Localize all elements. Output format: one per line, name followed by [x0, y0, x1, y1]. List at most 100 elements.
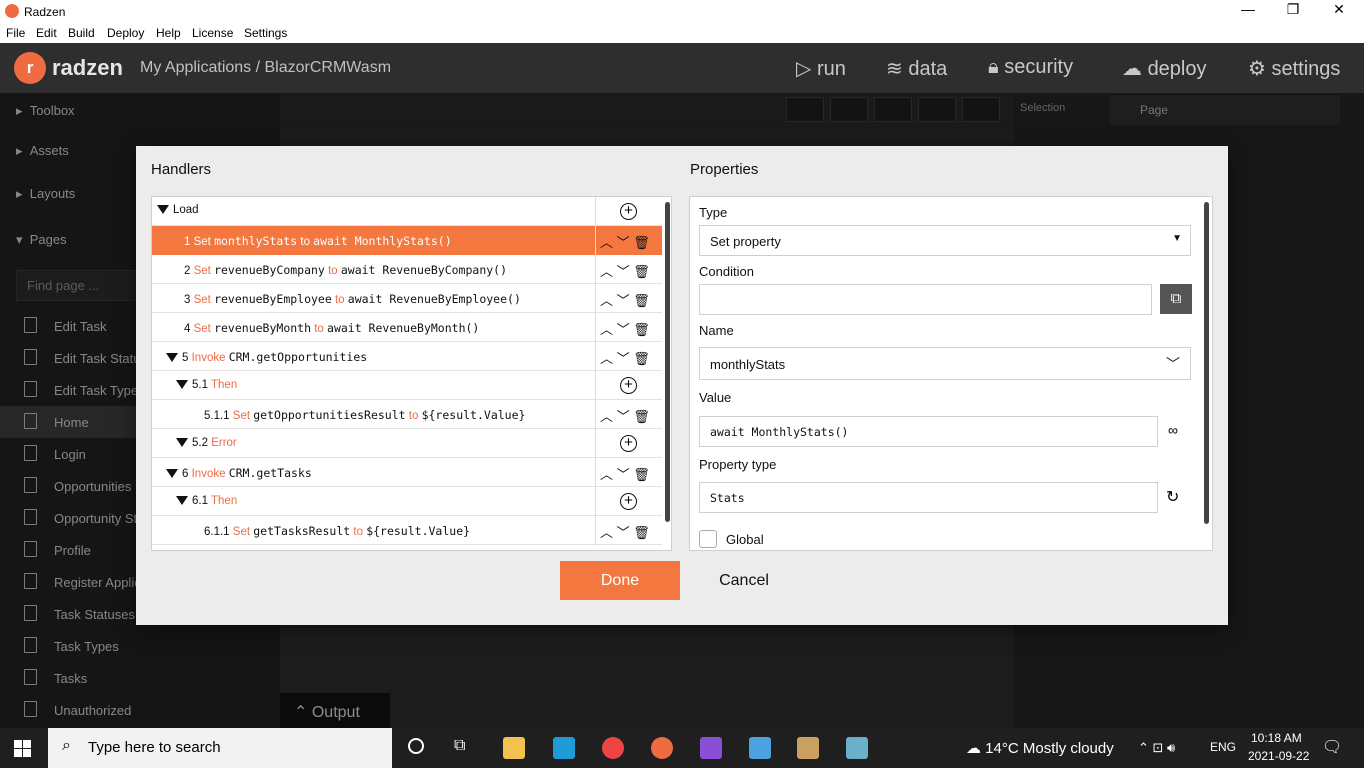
properties-scrollbar[interactable] [1204, 202, 1209, 524]
action-row[interactable]: 5 Invoke CRM.getOpportunities ︿ ﹀ 🗑︎ [152, 342, 662, 371]
action-keyword: Set [232, 526, 251, 538]
add-action-icon[interactable]: + [620, 203, 637, 220]
move-down-icon[interactable]: ﹀ [617, 525, 630, 540]
language-indicator[interactable]: ENG [1210, 740, 1236, 754]
breadcrumb[interactable]: My Applications / BlazorCRMWasm [140, 59, 391, 77]
clock-date[interactable]: 2021-09-22 [1248, 749, 1309, 763]
taskbar-search[interactable]: ⌕ Type here to search [48, 728, 392, 768]
event-row[interactable]: Load + [152, 197, 662, 226]
add-action-icon[interactable]: + [620, 435, 637, 452]
move-down-icon[interactable]: ﹀ [617, 467, 630, 482]
close-button[interactable]: ✕ [1316, 1, 1362, 18]
menu-build[interactable]: Build [68, 26, 95, 40]
move-down-icon[interactable]: ﹀ [617, 235, 630, 250]
action-row-selected[interactable]: 1 Set monthlyStats to await MonthlyStats… [152, 226, 662, 255]
refresh-icon[interactable]: ↻ [1166, 487, 1179, 507]
visual-studio-icon[interactable] [700, 737, 722, 759]
move-up-icon[interactable]: ︿ [600, 525, 613, 540]
trash-icon[interactable]: 🗑︎ [633, 264, 650, 279]
move-up-icon[interactable]: ︿ [600, 264, 613, 279]
menu-help[interactable]: Help [156, 26, 181, 40]
move-up-icon[interactable]: ︿ [600, 409, 613, 424]
value-input[interactable]: await MonthlyStats() [699, 416, 1158, 447]
branch-row[interactable]: 6.1 Then + [152, 487, 662, 516]
nav-deploy[interactable]: ☁ deploy [1122, 56, 1207, 81]
weather-widget[interactable]: ☁ 14°C Mostly cloudy [966, 739, 1114, 757]
app-icon[interactable] [749, 737, 771, 759]
minimize-button[interactable]: — [1225, 1, 1271, 17]
tray-icons[interactable]: ⌃ ⊡ 🔊︎ [1138, 740, 1175, 756]
action-target: revenueByCompany [214, 263, 325, 277]
action-target: CRM.getTasks [228, 466, 312, 480]
link-icon[interactable]: ∞ [1168, 422, 1178, 438]
action-row[interactable]: 3 Set revenueByEmployee to await Revenue… [152, 284, 662, 313]
nav-data[interactable]: ≋ data [886, 56, 947, 81]
property-type-input[interactable]: Stats [699, 482, 1158, 513]
move-down-icon[interactable]: ﹀ [617, 293, 630, 308]
trash-icon[interactable]: 🗑︎ [633, 409, 650, 424]
windows-start-icon[interactable] [14, 740, 31, 757]
collapse-triangle-icon[interactable] [166, 469, 178, 478]
move-down-icon[interactable]: ﹀ [617, 264, 630, 279]
task-view-icon[interactable]: ⧉ [454, 737, 465, 755]
action-number: 4 [184, 323, 191, 335]
action-row[interactable]: 4 Set revenueByMonth to await RevenueByM… [152, 313, 662, 342]
menu-deploy[interactable]: Deploy [107, 26, 144, 40]
move-up-icon[interactable]: ︿ [600, 235, 613, 250]
add-action-icon[interactable]: + [620, 493, 637, 510]
cancel-button[interactable]: Cancel [696, 561, 792, 600]
cortana-icon[interactable] [408, 738, 424, 754]
name-select[interactable]: monthlyStats ﹀ [699, 347, 1191, 380]
action-row[interactable]: 2 Set revenueByCompany to await RevenueB… [152, 255, 662, 284]
nav-run[interactable]: ▷ run [796, 56, 846, 81]
move-down-icon[interactable]: ﹀ [617, 409, 630, 424]
move-down-icon[interactable]: ﹀ [617, 351, 630, 366]
add-action-icon[interactable]: + [620, 377, 637, 394]
open-editor-icon[interactable]: ⧉ [1160, 284, 1192, 314]
nav-security[interactable]: 🔒︎ security [988, 56, 1073, 79]
global-checkbox[interactable] [699, 530, 717, 548]
taskbar-search-text: Type here to search [88, 739, 221, 756]
move-down-icon[interactable]: ﹀ [617, 322, 630, 337]
condition-input[interactable] [699, 284, 1152, 315]
collapse-triangle-icon[interactable] [166, 353, 178, 362]
type-value: Set property [710, 234, 781, 249]
trash-icon[interactable]: 🗑︎ [633, 525, 650, 540]
remote-desktop-icon[interactable] [553, 737, 575, 759]
trash-icon[interactable]: 🗑︎ [633, 351, 650, 366]
type-select[interactable]: Set property ▼ [699, 225, 1191, 256]
branch-row[interactable]: 5.1 Then + [152, 371, 662, 400]
move-up-icon[interactable]: ︿ [600, 351, 613, 366]
collapse-triangle-icon[interactable] [157, 205, 169, 214]
menu-edit[interactable]: Edit [36, 26, 57, 40]
move-up-icon[interactable]: ︿ [600, 322, 613, 337]
file-explorer-icon[interactable] [503, 737, 525, 759]
branch-row[interactable]: 5.2 Error + [152, 429, 662, 458]
menu-license[interactable]: License [192, 26, 233, 40]
trash-icon[interactable]: 🗑︎ [633, 293, 650, 308]
trash-icon[interactable]: 🗑︎ [633, 322, 650, 337]
nav-run-label: run [816, 58, 846, 80]
maximize-button[interactable]: ❐ [1270, 1, 1316, 18]
radzen-taskbar-icon[interactable] [651, 737, 673, 759]
collapse-triangle-icon[interactable] [176, 380, 188, 389]
action-row[interactable]: 6.1.1 Set getTasksResult to ${result.Val… [152, 516, 662, 545]
trash-icon[interactable]: 🗑︎ [633, 467, 650, 482]
move-up-icon[interactable]: ︿ [600, 293, 613, 308]
clock-time[interactable]: 10:18 AM [1251, 731, 1302, 745]
notepad-icon[interactable] [846, 737, 868, 759]
notifications-icon[interactable]: 🗨︎ [1322, 737, 1342, 757]
nav-settings[interactable]: ⚙ settings [1248, 56, 1340, 81]
move-up-icon[interactable]: ︿ [600, 467, 613, 482]
collapse-triangle-icon[interactable] [176, 438, 188, 447]
paint-icon[interactable] [797, 737, 819, 759]
chrome-icon[interactable] [602, 737, 624, 759]
trash-icon[interactable]: 🗑︎ [633, 235, 650, 250]
action-row[interactable]: 5.1.1 Set getOpportunitiesResult to ${re… [152, 400, 662, 429]
handlers-scrollbar[interactable] [665, 202, 670, 522]
done-button[interactable]: Done [560, 561, 680, 600]
action-row[interactable]: 6 Invoke CRM.getTasks ︿ ﹀ 🗑︎ [152, 458, 662, 487]
collapse-triangle-icon[interactable] [176, 496, 188, 505]
menu-settings[interactable]: Settings [244, 26, 287, 40]
menu-file[interactable]: File [6, 26, 25, 40]
